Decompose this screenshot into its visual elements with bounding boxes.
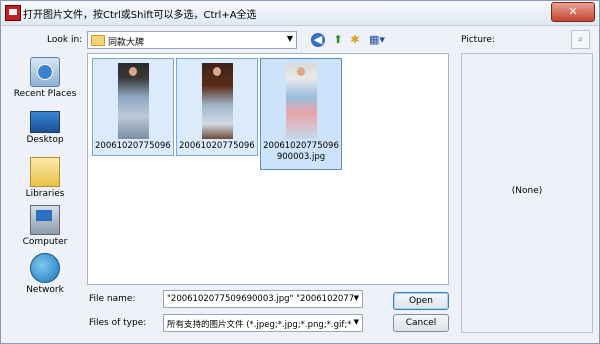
title-bar: 打开图片文件，按Ctrl或Shift可以多选，Ctrl+A全选 ✕ <box>1 1 599 26</box>
file-name-input[interactable]: "2006102077509690003.jpg" "20061020775 ▼ <box>163 290 363 308</box>
file-type-label: Files of type: <box>89 318 147 328</box>
look-in-combo[interactable]: 同款大牌 ▼ <box>87 31 297 49</box>
open-file-dialog: 打开图片文件，按Ctrl或Shift可以多选，Ctrl+A全选 ✕ Look i… <box>0 0 600 344</box>
place-label: Recent Places <box>13 89 77 99</box>
close-button[interactable]: ✕ <box>551 2 595 22</box>
file-caption: 20061020775096... <box>95 141 171 151</box>
place-libraries[interactable]: Libraries <box>9 157 81 199</box>
up-folder-icon[interactable]: ⬆ <box>330 32 346 48</box>
place-label: Computer <box>22 237 68 247</box>
libraries-icon <box>30 157 60 187</box>
look-in-value: 同款大牌 <box>108 38 145 48</box>
place-desktop[interactable]: Desktop <box>9 107 81 145</box>
chevron-down-icon[interactable]: ▼ <box>353 318 359 326</box>
file-thumbnail[interactable]: 20061020775096... <box>176 58 258 156</box>
file-type-value: 所有支持的图片文件 (*.jpeg;*.jpg;*.png;*.gif;* <box>167 320 352 330</box>
photo-thumbnail-image <box>286 63 317 139</box>
cancel-button[interactable]: Cancel <box>393 314 449 332</box>
app-icon <box>5 5 21 21</box>
place-computer[interactable]: Computer <box>9 205 81 247</box>
preview-empty-text: (None) <box>511 186 543 196</box>
photo-thumbnail-image <box>202 63 233 139</box>
network-icon <box>30 253 60 283</box>
file-type-select[interactable]: 所有支持的图片文件 (*.jpeg;*.jpg;*.png;*.gif;* ▼ <box>163 314 363 332</box>
preview-pane: (None) <box>461 53 593 333</box>
picture-label: Picture: <box>461 35 495 45</box>
chevron-down-icon[interactable]: ▼ <box>353 294 359 302</box>
place-label: Network <box>26 285 64 295</box>
places-bar: Recent Places Desktop Libraries Computer… <box>9 53 81 303</box>
preview-toggle-icon[interactable]: ⌕ <box>571 30 590 49</box>
place-label: Desktop <box>26 135 64 145</box>
file-caption: 20061020775096900003.jpg <box>263 141 339 162</box>
file-thumbnail-selected[interactable]: 20061020775096900003.jpg <box>260 58 342 170</box>
recent-places-icon <box>30 57 60 87</box>
file-name-value: "2006102077509690003.jpg" "20061020775 <box>167 294 360 304</box>
open-button[interactable]: Open <box>393 292 449 310</box>
place-label: Libraries <box>25 189 65 199</box>
file-list[interactable]: 20061020775096... 20061020775096... 2006… <box>87 53 449 285</box>
folder-icon <box>91 35 105 46</box>
computer-icon <box>30 205 60 235</box>
place-recent-places[interactable]: Recent Places <box>9 57 81 99</box>
chevron-down-icon: ▼ <box>286 34 293 43</box>
look-in-label: Look in: <box>47 35 83 45</box>
desktop-icon <box>30 111 60 133</box>
back-icon[interactable]: ◀ <box>311 33 325 47</box>
new-folder-icon[interactable]: ✱ <box>347 32 363 48</box>
file-name-label: File name: <box>89 294 136 304</box>
view-menu-icon[interactable]: ▦▾ <box>367 32 387 48</box>
photo-thumbnail-image <box>118 63 149 139</box>
file-caption: 20061020775096... <box>179 141 255 151</box>
file-thumbnail[interactable]: 20061020775096... <box>92 58 174 156</box>
place-network[interactable]: Network <box>9 253 81 295</box>
window-title: 打开图片文件，按Ctrl或Shift可以多选，Ctrl+A全选 <box>23 10 257 21</box>
